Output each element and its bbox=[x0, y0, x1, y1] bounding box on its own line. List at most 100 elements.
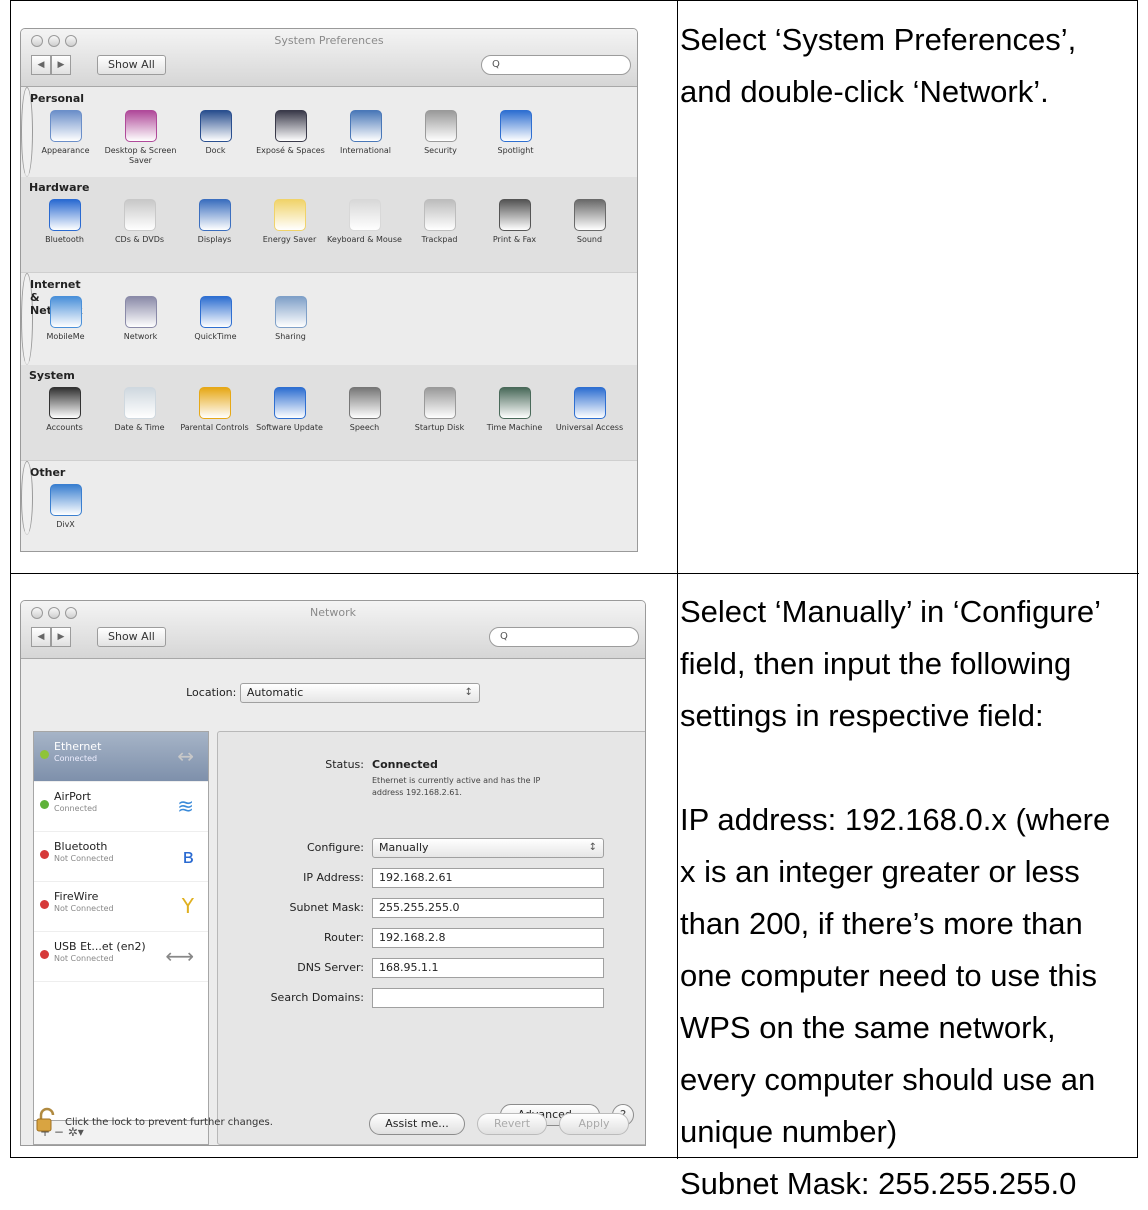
pref-pane-trackpad[interactable]: Trackpad bbox=[402, 199, 477, 245]
pref-pane-timemachine[interactable]: Time Machine bbox=[477, 387, 552, 433]
pref-pane-update[interactable]: Software Update bbox=[252, 387, 327, 433]
parental-icon bbox=[198, 387, 231, 419]
apply-button[interactable]: Apply bbox=[559, 1113, 629, 1135]
dock-icon bbox=[199, 110, 232, 142]
status-dot-icon bbox=[40, 800, 49, 809]
pref-pane-label: Time Machine bbox=[486, 423, 543, 432]
router-field[interactable]: 192.168.2.8 bbox=[372, 928, 604, 948]
accounts-icon bbox=[48, 387, 81, 419]
pref-pane-disk[interactable]: Startup Disk bbox=[402, 387, 477, 433]
section-heading: Other bbox=[30, 466, 66, 479]
pref-pane-microphone[interactable]: Speech bbox=[327, 387, 402, 433]
configure-select[interactable]: Manually bbox=[372, 838, 604, 858]
pref-pane-desktop[interactable]: Desktop & Screen Saver bbox=[103, 110, 178, 166]
window-title: System Preferences bbox=[274, 34, 384, 47]
back-button[interactable]: ◀ bbox=[31, 55, 51, 75]
pref-pane-quicktime[interactable]: QuickTime bbox=[178, 296, 253, 342]
pref-pane-keyboard[interactable]: Keyboard & Mouse bbox=[327, 199, 402, 245]
pref-pane-label: CDs & DVDs bbox=[114, 235, 165, 244]
pref-pane-divx[interactable]: DivX bbox=[28, 484, 103, 530]
pref-pane-label: Energy Saver bbox=[262, 235, 317, 244]
search-domains-field[interactable] bbox=[372, 988, 604, 1008]
dns-server-field[interactable]: 168.95.1.1 bbox=[372, 958, 604, 978]
ip-address-field[interactable]: 192.168.2.61 bbox=[372, 868, 604, 888]
interface-status: Connected bbox=[54, 754, 98, 763]
pref-pane-clock[interactable]: Date & Time bbox=[102, 387, 177, 433]
pref-pane-expose[interactable]: Exposé & Spaces bbox=[253, 110, 328, 166]
pref-pane-bluetooth[interactable]: Bluetooth bbox=[27, 199, 102, 245]
quicktime-icon bbox=[199, 296, 232, 328]
pref-pane-appearance[interactable]: Appearance bbox=[28, 110, 103, 166]
pref-pane-sharing[interactable]: Sharing bbox=[253, 296, 328, 342]
pref-pane-accounts[interactable]: Accounts bbox=[27, 387, 102, 433]
pref-pane-security[interactable]: Security bbox=[403, 110, 478, 166]
step2-instructions: Select ‘Manually’ in ‘Configure’ field, … bbox=[680, 586, 1110, 1210]
pref-pane-label: Sharing bbox=[275, 332, 306, 341]
pref-pane-print[interactable]: Print & Fax bbox=[477, 199, 552, 245]
pref-pane-label: Print & Fax bbox=[492, 235, 537, 244]
interface-status: Not Connected bbox=[54, 854, 114, 863]
assist-me-button[interactable]: Assist me... bbox=[369, 1113, 465, 1135]
interface-icon: ≋ bbox=[177, 794, 194, 818]
forward-button[interactable]: ▶ bbox=[51, 627, 71, 647]
access-icon bbox=[573, 387, 606, 419]
forward-button[interactable]: ▶ bbox=[51, 55, 71, 75]
interface-item[interactable]: AirPort Connected ≋ bbox=[34, 782, 208, 832]
pref-pane-access[interactable]: Universal Access bbox=[552, 387, 627, 433]
step2-line: Subnet Mask: 255.255.255.0 bbox=[680, 1166, 1077, 1201]
cd-icon bbox=[123, 199, 156, 231]
pref-pane-network[interactable]: Network bbox=[103, 296, 178, 342]
subnet-mask-field[interactable]: 255.255.255.0 bbox=[372, 898, 604, 918]
pref-pane-energy[interactable]: Energy Saver bbox=[252, 199, 327, 245]
section-hardware: Hardware Bluetooth CDs & DVDs Displays Energ… bbox=[21, 177, 637, 273]
pref-pane-parental[interactable]: Parental Controls bbox=[177, 387, 252, 433]
search-icon: Q bbox=[500, 631, 508, 642]
show-all-button[interactable]: Show All bbox=[97, 627, 166, 647]
mobileme-icon bbox=[49, 296, 82, 328]
status-label: Status: bbox=[325, 758, 364, 771]
international-icon bbox=[349, 110, 382, 142]
search-field[interactable]: Q bbox=[489, 627, 639, 647]
pref-pane-displays[interactable]: Displays bbox=[177, 199, 252, 245]
update-icon bbox=[273, 387, 306, 419]
status-desc-line: address 192.168.2.61. bbox=[372, 788, 462, 797]
interface-item[interactable]: Ethernet Connected ↔ bbox=[34, 732, 208, 782]
pref-pane-label: Accounts bbox=[46, 423, 83, 432]
step2-line bbox=[680, 742, 1110, 794]
pref-pane-label: Appearance bbox=[41, 146, 90, 155]
pref-pane-international[interactable]: International bbox=[328, 110, 403, 166]
interface-item[interactable]: FireWire Not Connected Y bbox=[34, 882, 208, 932]
search-field[interactable]: Q bbox=[481, 55, 631, 75]
disk-icon bbox=[423, 387, 456, 419]
revert-button[interactable]: Revert bbox=[477, 1113, 547, 1135]
trackpad-icon bbox=[423, 199, 456, 231]
configure-value: Manually bbox=[379, 841, 429, 854]
location-select[interactable]: Automatic bbox=[239, 683, 480, 703]
section-internet-network: Internet & NetworkMobileMeNetworkQuickTi… bbox=[21, 273, 307, 365]
pref-pane-mobileme[interactable]: MobileMe bbox=[28, 296, 103, 342]
configure-label: Configure: bbox=[306, 841, 364, 854]
pref-pane-sound[interactable]: Sound bbox=[552, 199, 627, 245]
status-dot-icon bbox=[40, 950, 49, 959]
step2-line: IP address: 192.168.0.x (where bbox=[680, 802, 1111, 837]
show-all-button[interactable]: Show All bbox=[97, 55, 166, 75]
pref-pane-cd[interactable]: CDs & DVDs bbox=[102, 199, 177, 245]
pref-pane-dock[interactable]: Dock bbox=[178, 110, 253, 166]
pref-pane-label: International bbox=[339, 146, 392, 155]
pref-pane-spotlight[interactable]: Spotlight bbox=[478, 110, 553, 166]
search-domains-label: Search Domains: bbox=[270, 991, 364, 1004]
status-dot-icon bbox=[40, 900, 49, 909]
pref-pane-label: Parental Controls bbox=[180, 423, 249, 432]
back-button[interactable]: ◀ bbox=[31, 627, 51, 647]
interface-icon: ⟷ bbox=[165, 944, 194, 968]
status-dot-icon bbox=[40, 750, 49, 759]
lock-icon[interactable] bbox=[35, 1107, 59, 1133]
spotlight-icon bbox=[499, 110, 532, 142]
interface-name: FireWire bbox=[54, 890, 99, 903]
interface-item[interactable]: USB Et...et (en2) Not Connected ⟷ bbox=[34, 932, 208, 982]
pref-pane-label: Exposé & Spaces bbox=[256, 146, 325, 155]
clock-icon bbox=[123, 387, 156, 419]
divx-icon bbox=[49, 484, 82, 516]
interface-item[interactable]: Bluetooth Not Connected ʙ bbox=[34, 832, 208, 882]
nav-buttons: ◀ ▶ bbox=[31, 55, 71, 75]
